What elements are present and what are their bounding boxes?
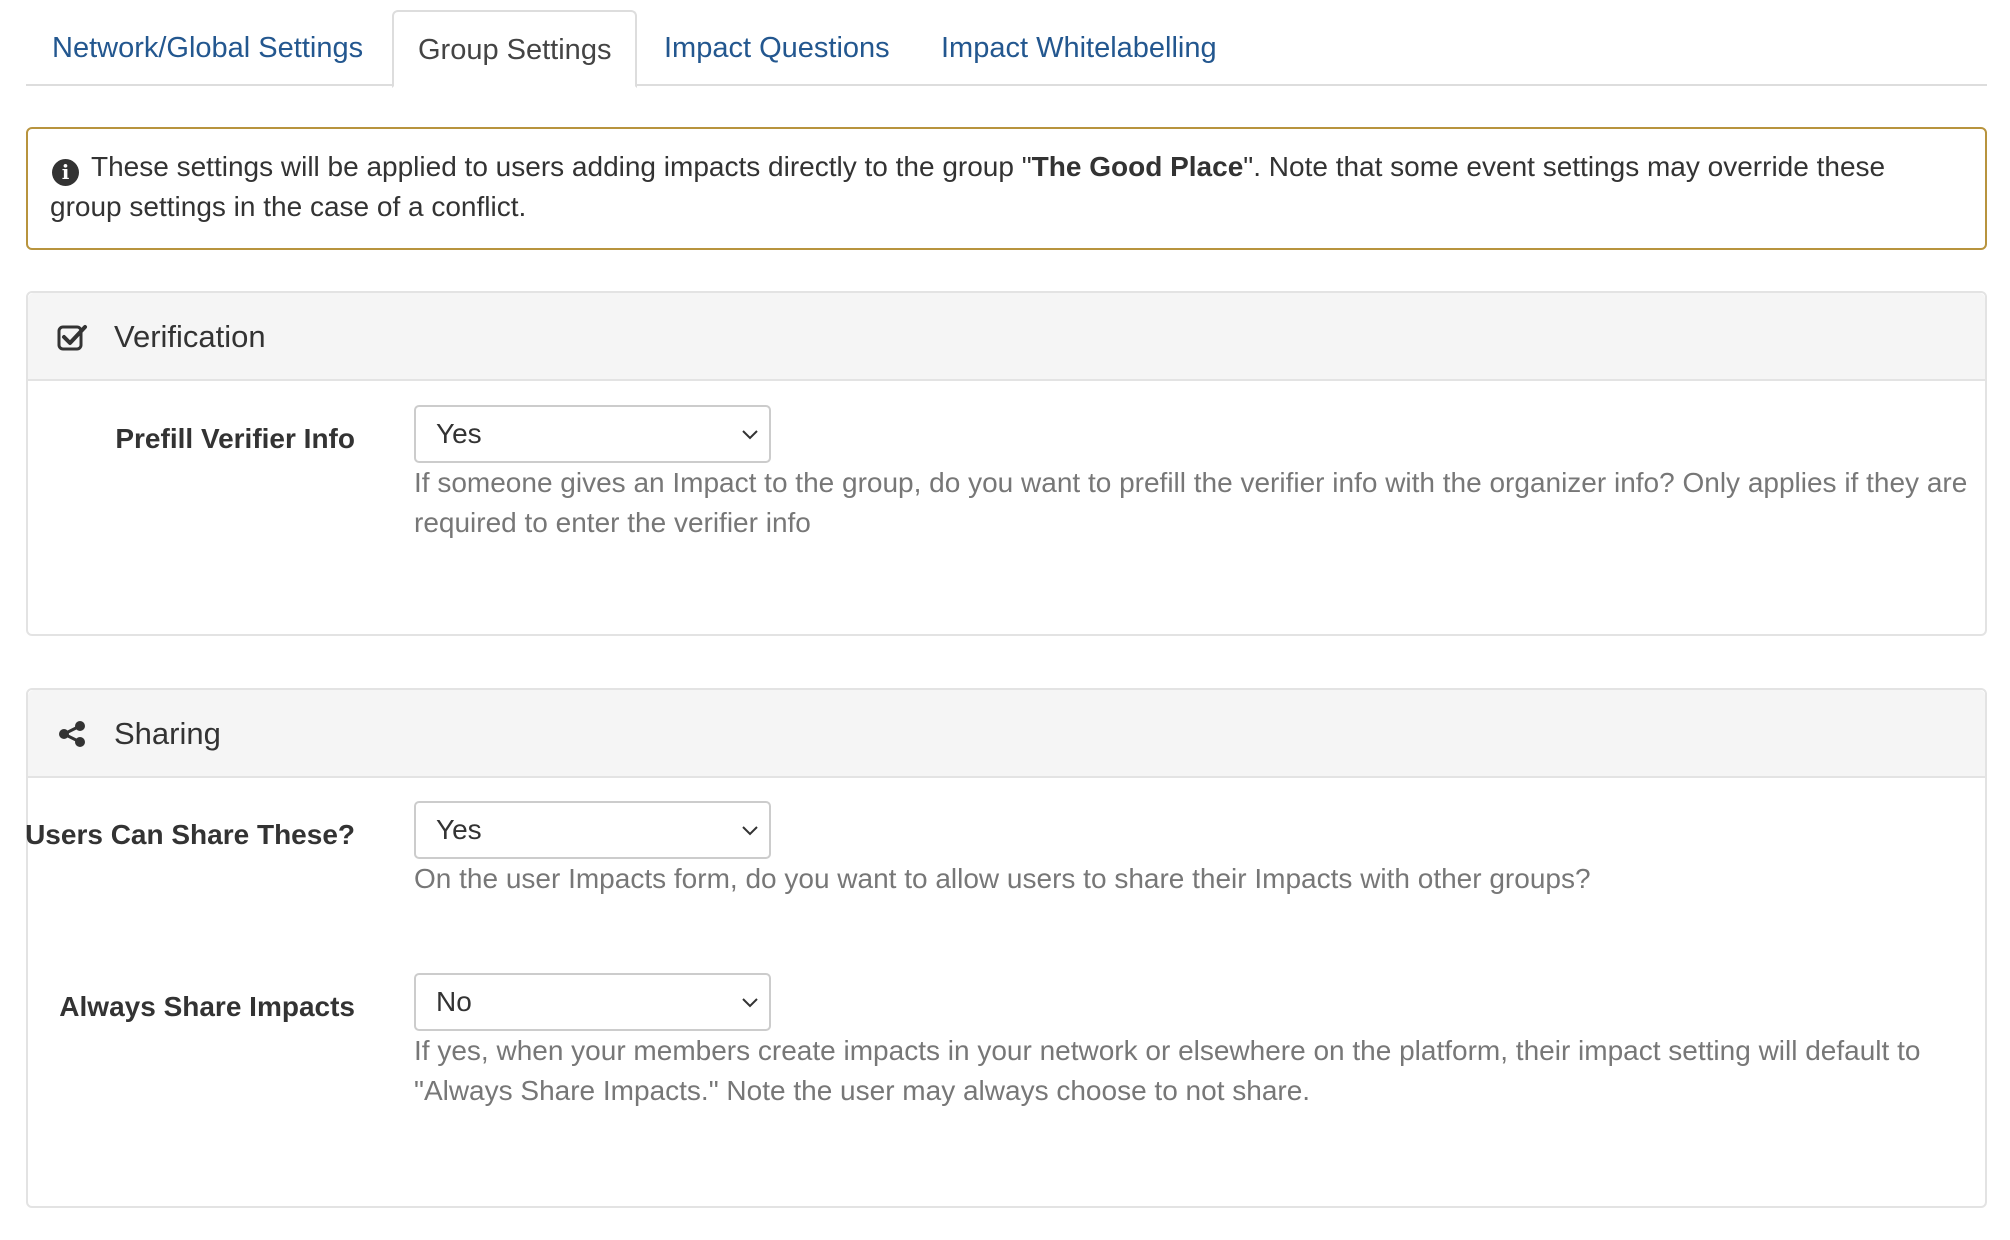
- check-square-icon: [57, 325, 87, 351]
- tab-impact-whitelabelling[interactable]: Impact Whitelabelling: [915, 10, 1243, 86]
- always-share-help: If yes, when your members create impacts…: [414, 1035, 1921, 1106]
- verification-title: Verification: [114, 319, 266, 354]
- users-can-share-select[interactable]: Yes: [414, 801, 771, 859]
- chevron-down-icon: [742, 826, 758, 836]
- tab-group-settings[interactable]: Group Settings: [392, 10, 638, 88]
- users-can-share-help: On the user Impacts form, do you want to…: [414, 863, 1591, 894]
- alert-group-name: The Good Place: [1031, 151, 1244, 182]
- users-can-share-value: Yes: [436, 814, 482, 845]
- group-settings-alert: i These settings will be applied to users…: [26, 127, 1987, 250]
- sharing-panel: Sharing Users Can Share These? Yes On th…: [25, 688, 1987, 1208]
- prefill-verifier-value: Yes: [436, 418, 482, 449]
- always-share-value: No: [436, 986, 472, 1017]
- info-circle-icon: i: [52, 159, 79, 186]
- tab-impact-questions[interactable]: Impact Questions: [638, 10, 916, 86]
- always-share-label: Always Share Impacts: [59, 991, 355, 1022]
- group-settings-page: Network/Global Settings Group Settings I…: [0, 0, 2010, 1240]
- prefill-verifier-label: Prefill Verifier Info: [115, 423, 355, 454]
- verification-panel-header: Verification: [28, 293, 1985, 381]
- chevron-down-icon: [742, 998, 758, 1008]
- sharing-title: Sharing: [114, 716, 221, 751]
- prefill-verifier-help: If someone gives an Impact to the group,…: [414, 467, 1968, 538]
- share-icon: [59, 721, 85, 747]
- tab-network-global-settings[interactable]: Network/Global Settings: [26, 10, 389, 86]
- verification-panel: Verification Prefill Verifier Info Yes I…: [26, 291, 1987, 636]
- always-share-select[interactable]: No: [414, 973, 771, 1031]
- sharing-panel-header: Sharing: [28, 690, 1985, 778]
- prefill-verifier-select[interactable]: Yes: [414, 405, 771, 463]
- users-can-share-label: Users Can Share These?: [25, 819, 355, 850]
- alert-text-before: These settings will be applied to users …: [91, 151, 1032, 182]
- chevron-down-icon: [742, 430, 758, 440]
- settings-tabs: Network/Global Settings Group Settings I…: [26, 10, 1987, 88]
